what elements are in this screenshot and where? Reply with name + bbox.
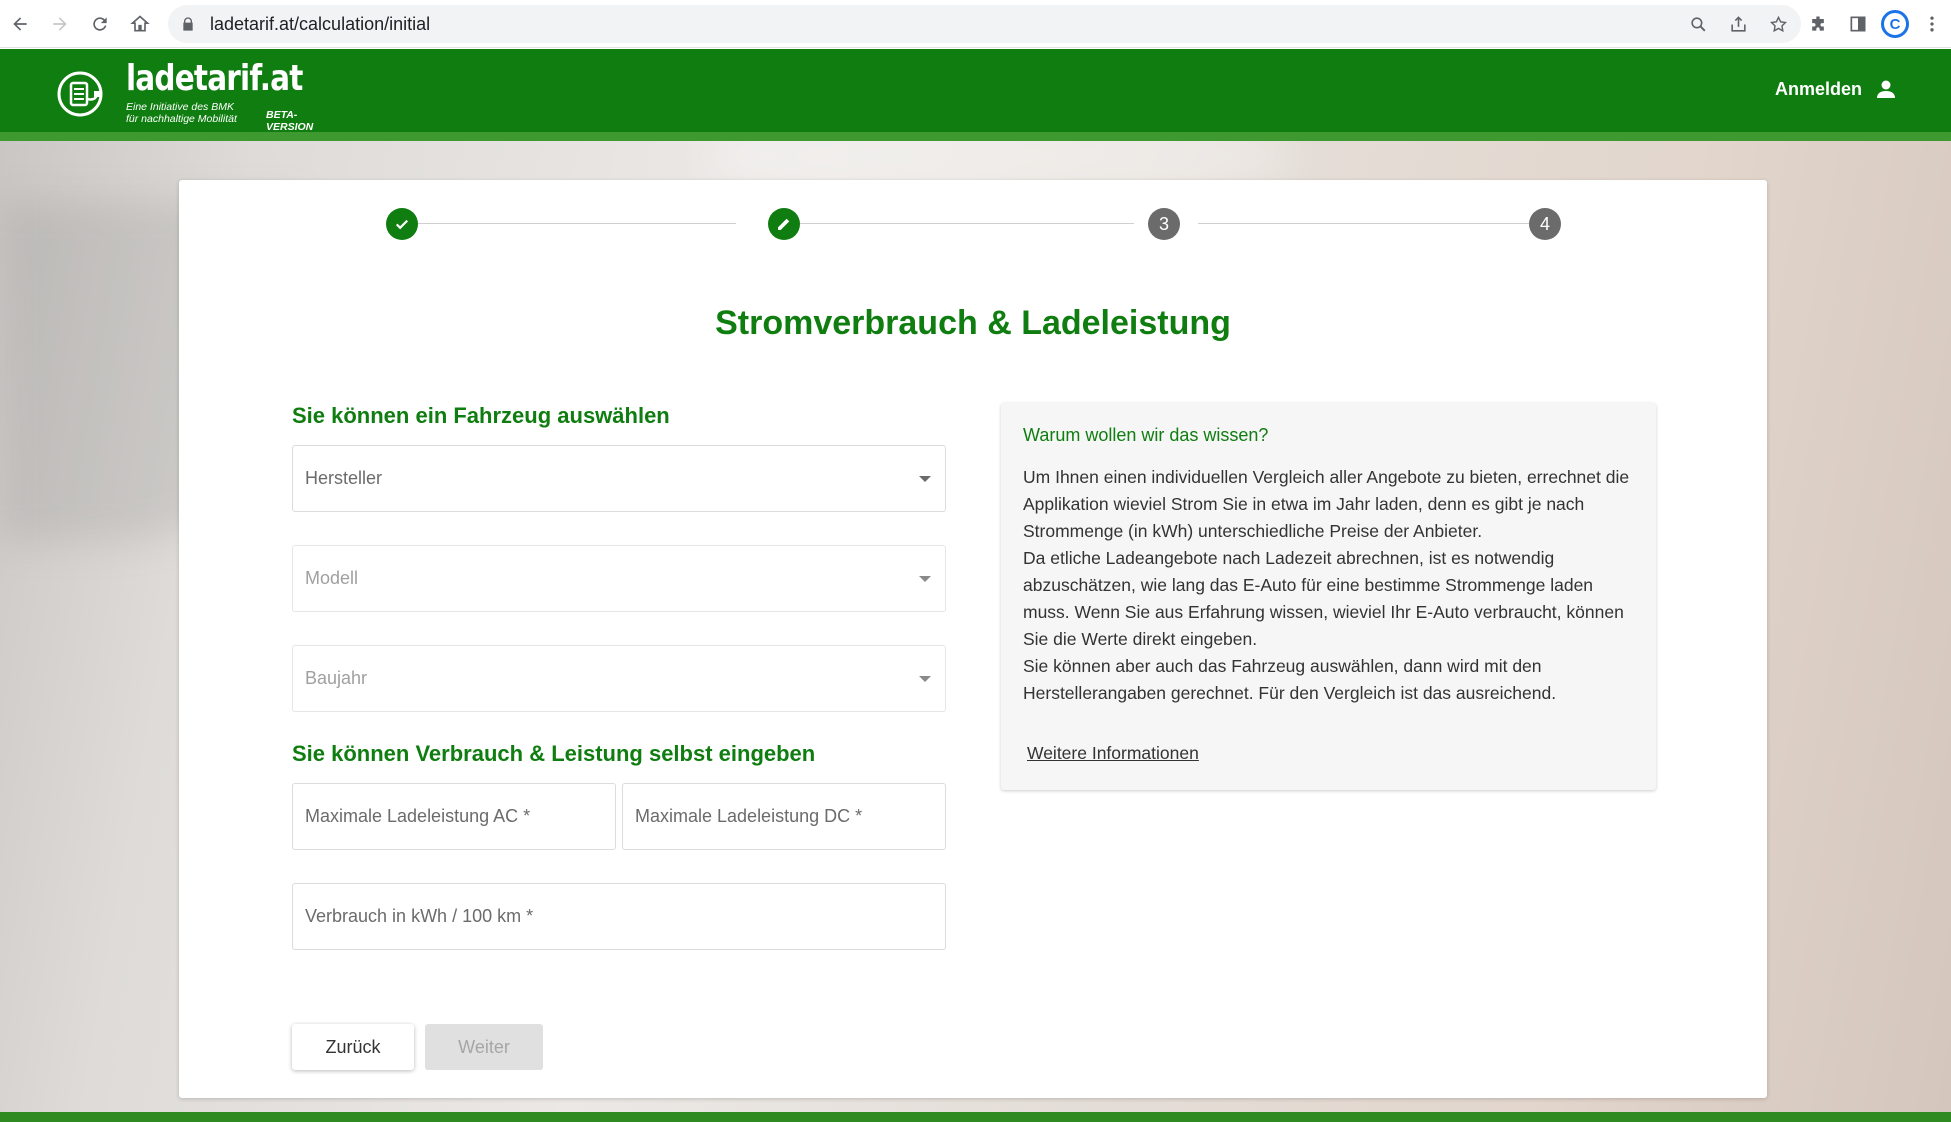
year-placeholder: Baujahr bbox=[305, 668, 368, 688]
next-button[interactable]: Weiter bbox=[425, 1024, 543, 1070]
dc-power-input[interactable]: Maximale Ladeleistung DC * bbox=[622, 783, 946, 850]
side-panel-icon[interactable] bbox=[1841, 7, 1875, 41]
dc-power-placeholder: Maximale Ladeleistung DC * bbox=[635, 806, 863, 826]
info-paragraph-3: Sie können aber auch das Fahrzeug auswäh… bbox=[1023, 656, 1557, 703]
share-icon[interactable] bbox=[1723, 9, 1753, 39]
site-logo[interactable]: ladetarif.at Eine Initiative des BMK für… bbox=[126, 57, 341, 133]
back-button[interactable]: Zurück bbox=[292, 1024, 414, 1070]
profile-avatar[interactable]: C bbox=[1881, 10, 1909, 38]
login-button[interactable]: Anmelden bbox=[1775, 77, 1898, 101]
chevron-down-icon bbox=[919, 576, 931, 582]
page-title: Stromverbrauch & Ladeleistung bbox=[715, 304, 1231, 342]
more-info-link[interactable]: Weitere Informationen bbox=[1027, 743, 1199, 764]
manual-section-title: Sie können Verbrauch & Leistung selbst e… bbox=[292, 741, 816, 766]
bookmark-star-icon[interactable] bbox=[1763, 9, 1793, 39]
logo-title: ladetarif.at bbox=[126, 58, 303, 99]
user-icon bbox=[1877, 80, 1895, 98]
back-arrow-icon[interactable] bbox=[0, 4, 40, 44]
step-2[interactable] bbox=[768, 208, 800, 240]
step-4[interactable]: 4 bbox=[1529, 208, 1561, 240]
site-header: ladetarif.at Eine Initiative des BMK für… bbox=[0, 49, 1951, 141]
footer-bar bbox=[0, 1112, 1951, 1122]
progress-stepper: 3 4 bbox=[179, 206, 1767, 242]
home-icon[interactable] bbox=[120, 4, 160, 44]
ac-power-input[interactable]: Maximale Ladeleistung AC * bbox=[292, 783, 616, 850]
consumption-input[interactable]: Verbrauch in kWh / 100 km * bbox=[292, 883, 946, 950]
info-paragraph-1: Um Ihnen einen individuellen Vergleich a… bbox=[1023, 467, 1630, 541]
model-select[interactable]: Modell bbox=[292, 545, 946, 612]
zoom-icon[interactable] bbox=[1683, 9, 1713, 39]
step-connector bbox=[800, 223, 1134, 224]
manufacturer-placeholder: Hersteller bbox=[305, 468, 383, 488]
url-text: ladetarif.at/calculation/initial bbox=[210, 13, 431, 34]
year-select[interactable]: Baujahr bbox=[292, 645, 946, 712]
calculation-card: 3 4 Stromverbrauch & Ladeleistung Sie kö… bbox=[179, 180, 1767, 1098]
chevron-down-icon bbox=[919, 476, 931, 482]
address-bar[interactable]: ladetarif.at/calculation/initial bbox=[168, 5, 1801, 43]
info-paragraph-2: Da etliche Ladeangebote nach Ladezeit ab… bbox=[1023, 548, 1624, 649]
reload-icon[interactable] bbox=[80, 4, 120, 44]
check-icon bbox=[395, 219, 409, 230]
ac-power-placeholder: Maximale Ladeleistung AC * bbox=[305, 806, 531, 826]
step-3[interactable]: 3 bbox=[1148, 208, 1180, 240]
charging-station-logo-icon[interactable] bbox=[56, 69, 106, 119]
vehicle-section-title: Sie können ein Fahrzeug auswählen bbox=[292, 403, 670, 428]
beta-badge: BETA- VERSION bbox=[266, 109, 314, 133]
lock-icon bbox=[183, 17, 193, 31]
info-panel: Warum wollen wir das wissen? Um Ihnen ei… bbox=[1001, 403, 1656, 790]
step-connector bbox=[402, 223, 736, 224]
pencil-icon bbox=[778, 218, 790, 230]
browser-toolbar: ladetarif.at/calculation/initial C bbox=[0, 0, 1951, 48]
consumption-placeholder: Verbrauch in kWh / 100 km * bbox=[305, 906, 534, 926]
step-1[interactable] bbox=[386, 208, 418, 240]
login-label: Anmelden bbox=[1774, 78, 1862, 99]
manufacturer-select[interactable]: Hersteller bbox=[292, 445, 946, 512]
forward-arrow-icon[interactable] bbox=[40, 4, 80, 44]
step-connector bbox=[1198, 223, 1532, 224]
model-placeholder: Modell bbox=[305, 568, 359, 588]
more-menu-icon[interactable] bbox=[1915, 7, 1949, 41]
chevron-down-icon bbox=[919, 676, 931, 682]
info-title: Warum wollen wir das wissen? bbox=[1023, 425, 1269, 445]
extensions-puzzle-icon[interactable] bbox=[1801, 7, 1835, 41]
